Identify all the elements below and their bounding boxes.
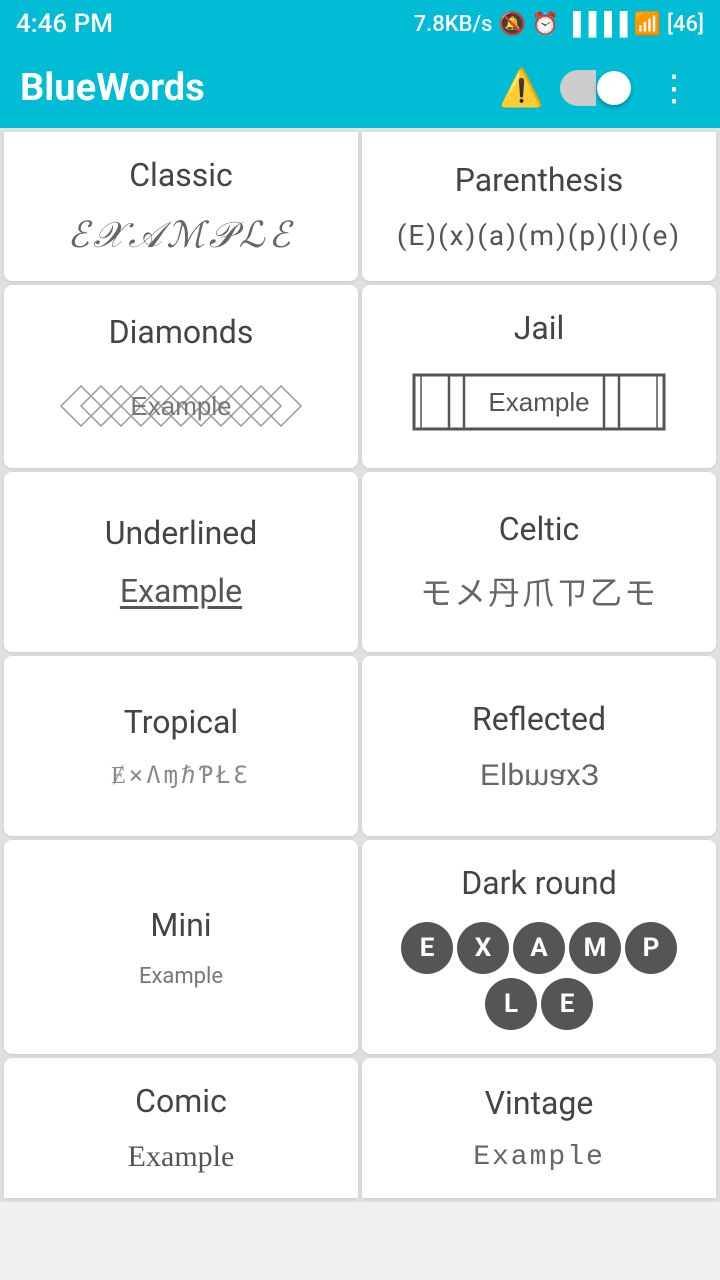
card-preview-vintage: Example (473, 1142, 605, 1173)
card-preview-darkround: E X A M P L E (378, 922, 700, 1030)
status-bar: 4:46 PM 7.8KB/s 🔕 ⏰ ▐▐▐▐ 📶 [46] (0, 0, 720, 48)
dark-round-l: L (485, 978, 537, 1030)
card-mini[interactable]: Mini Example (4, 840, 358, 1054)
card-title-darkround: Dark round (461, 864, 617, 902)
card-preview-celtic: モメ丹爪ㄗ乙モ (420, 568, 658, 614)
warning-icon[interactable]: ⚠️ (499, 67, 544, 109)
font-grid: Classic ℰ𝒳𝒜ℳ𝒫ℒℰ Parenthesis (E)(x)(a)(m)… (0, 128, 720, 1202)
app-bar: BlueWords ⚠️ ⋮ (0, 48, 720, 128)
card-title-mini: Mini (150, 906, 211, 944)
card-preview-mini: Example (139, 964, 223, 989)
card-vintage[interactable]: Vintage Example (362, 1058, 716, 1198)
dark-round-a: A (513, 922, 565, 974)
network-speed: 7.8KB/s (414, 12, 493, 37)
svg-text:Example: Example (488, 387, 589, 417)
card-parenthesis[interactable]: Parenthesis (E)(x)(a)(m)(p)(l)(e) (362, 132, 716, 281)
card-underlined[interactable]: Underlined Example (4, 472, 358, 652)
toggle-thumb (597, 71, 631, 105)
status-time: 4:46 PM (16, 9, 113, 39)
card-reflected[interactable]: Reflected ƐxɐɯdlƎ (362, 656, 716, 836)
card-preview-tropical: Ɇ×ɅɱℏƤŁƐ (111, 761, 251, 790)
card-classic[interactable]: Classic ℰ𝒳𝒜ℳ𝒫ℒℰ (4, 132, 358, 281)
card-title-classic: Classic (129, 156, 233, 194)
dark-round-x: X (457, 922, 509, 974)
card-darkround[interactable]: Dark round E X A M P L E (362, 840, 716, 1054)
card-title-reflected: Reflected (472, 700, 606, 738)
card-comic[interactable]: Comic Example (4, 1058, 358, 1198)
card-tropical[interactable]: Tropical Ɇ×ɅɱℏƤŁƐ (4, 656, 358, 836)
svg-text:Example: Example (130, 391, 231, 421)
card-title-diamonds: Diamonds (109, 313, 254, 351)
card-title-celtic: Celtic (499, 510, 580, 548)
app-title: BlueWords (20, 66, 483, 110)
card-title-vintage: Vintage (485, 1084, 594, 1122)
card-title-parenthesis: Parenthesis (455, 161, 623, 199)
dark-round-p: P (625, 922, 677, 974)
card-title-jail: Jail (514, 309, 565, 347)
status-right: 7.8KB/s 🔕 ⏰ ▐▐▐▐ 📶 [46] (414, 11, 704, 37)
alarm-icon: ⏰ (532, 12, 559, 37)
more-options-icon[interactable]: ⋮ (648, 67, 700, 109)
card-celtic[interactable]: Celtic モメ丹爪ㄗ乙モ (362, 472, 716, 652)
card-preview-parenthesis: (E)(x)(a)(m)(p)(l)(e) (397, 219, 681, 252)
card-preview-diamonds: Example (41, 371, 321, 441)
card-preview-classic: ℰ𝒳𝒜ℳ𝒫ℒℰ (68, 214, 295, 257)
card-diamonds[interactable]: Diamonds Example (4, 285, 358, 468)
mute-icon: 🔕 (498, 12, 525, 37)
card-preview-jail: Example (409, 367, 669, 444)
wifi-icon: 📶 (634, 12, 661, 37)
signal-icon: ▐▐▐▐ (565, 11, 627, 37)
dark-round-m: M (569, 922, 621, 974)
battery: [46] (667, 12, 704, 37)
theme-toggle[interactable] (560, 70, 632, 106)
card-title-comic: Comic (135, 1082, 227, 1120)
card-preview-underlined: Example (120, 572, 242, 610)
card-preview-reflected: ƐxɐɯdlƎ (480, 758, 599, 793)
dark-round-e2: E (541, 978, 593, 1030)
dark-round-e1: E (401, 922, 453, 974)
card-preview-comic: Example (128, 1140, 235, 1174)
card-title-tropical: Tropical (124, 703, 238, 741)
card-title-underlined: Underlined (105, 514, 258, 552)
card-jail[interactable]: Jail Example (362, 285, 716, 468)
